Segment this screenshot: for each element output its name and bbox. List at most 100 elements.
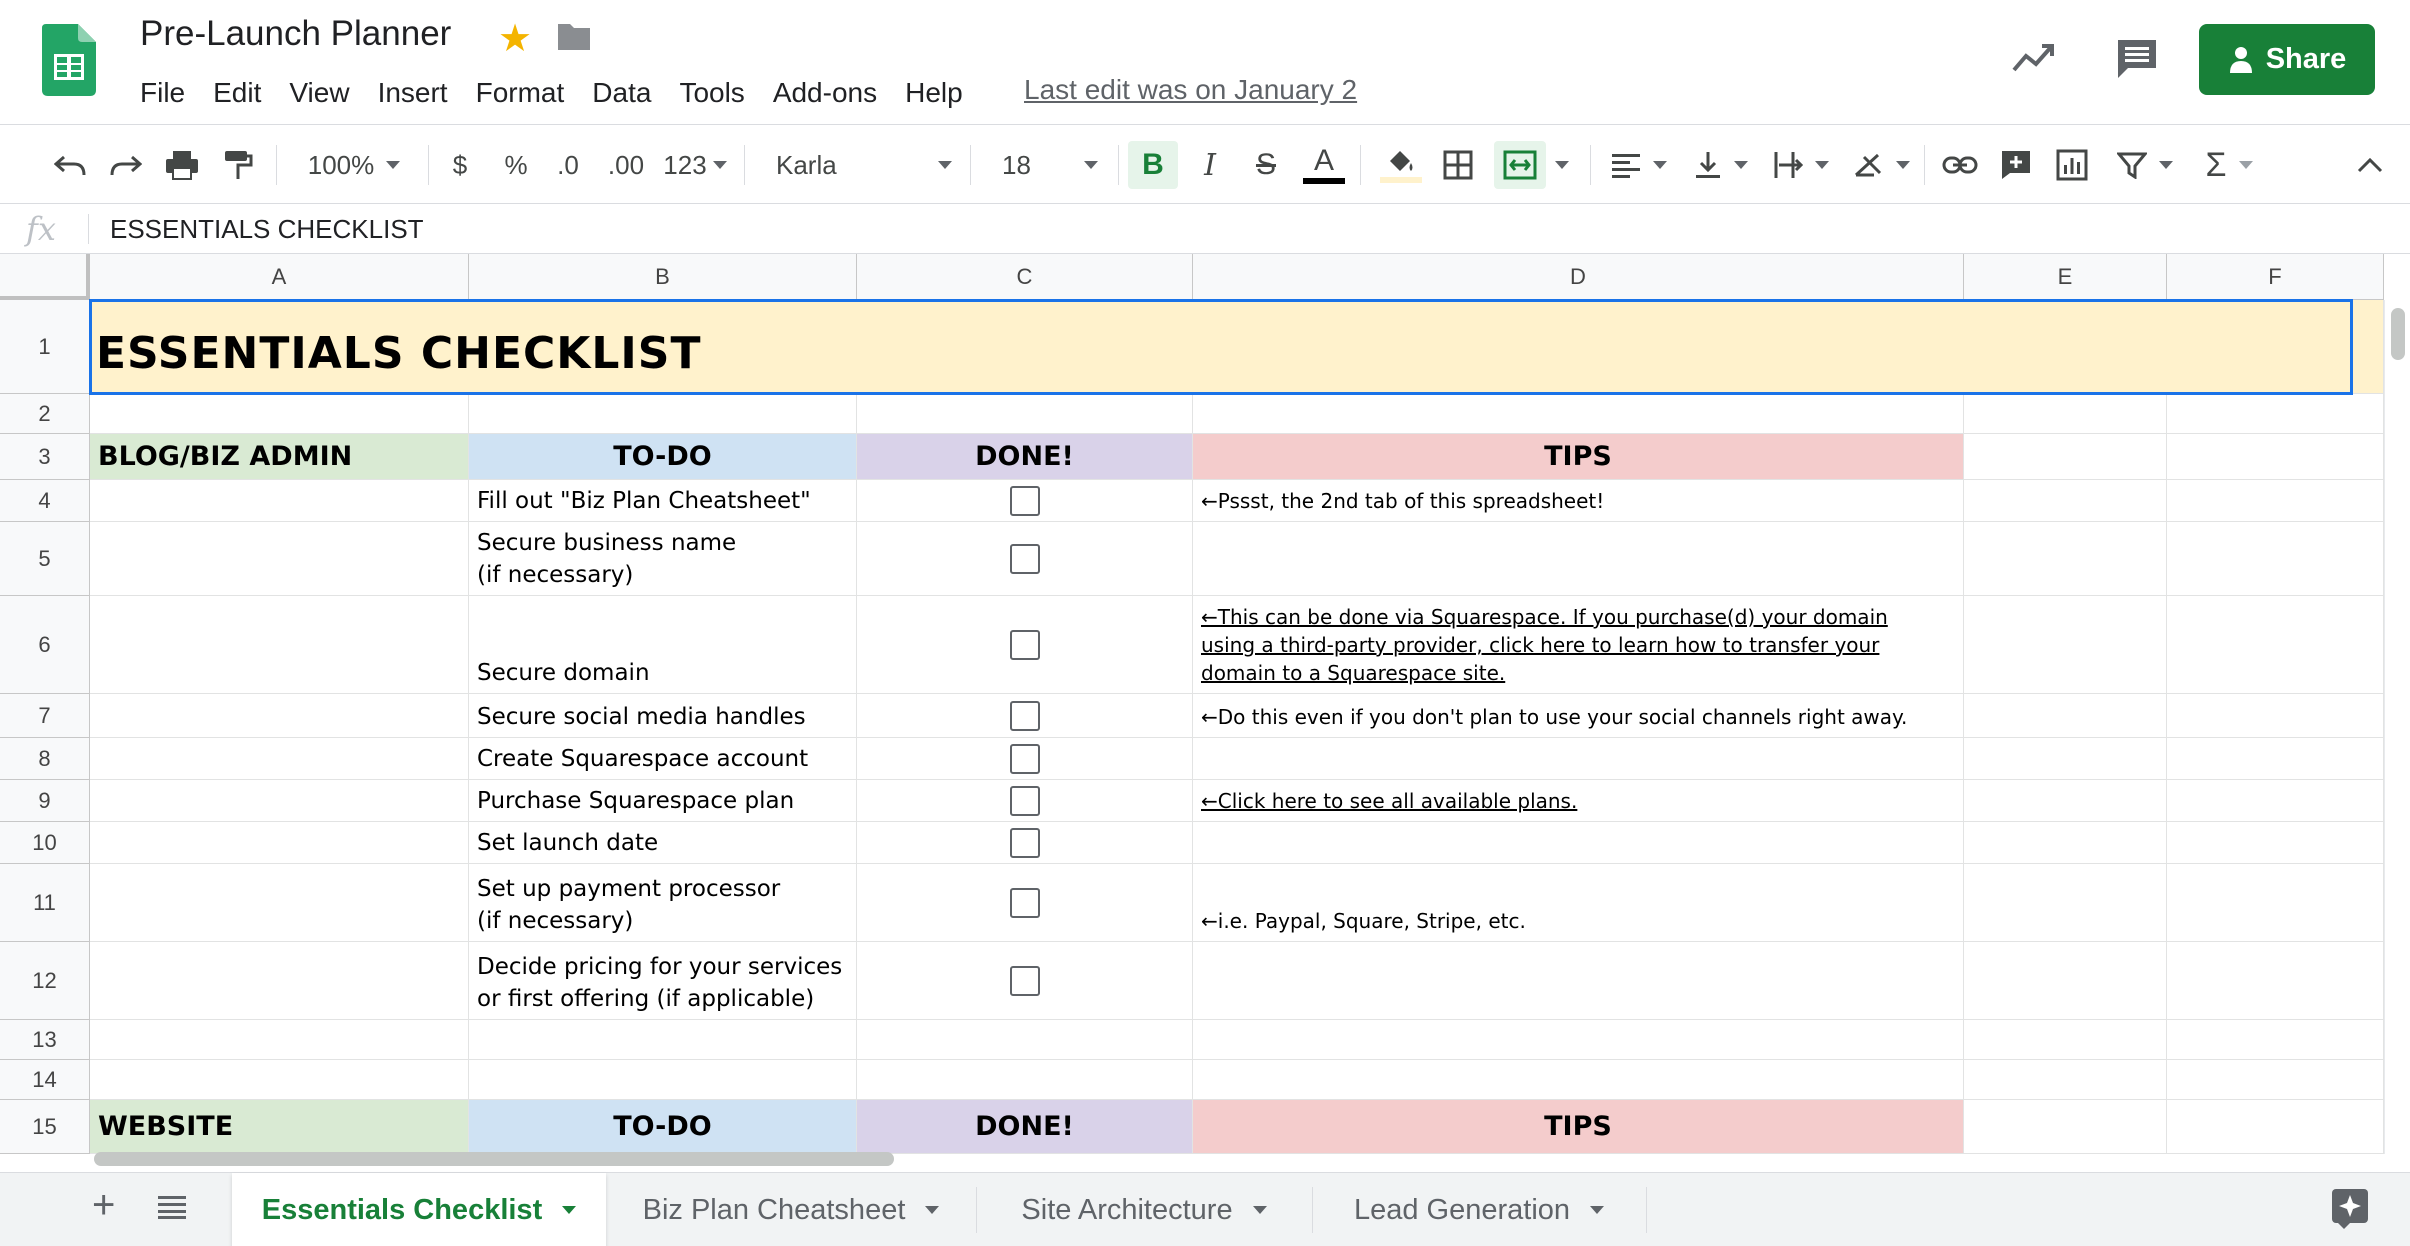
- column-header-b[interactable]: B: [469, 254, 857, 300]
- done-checkbox[interactable]: [1010, 966, 1040, 996]
- text-color-button[interactable]: A: [1300, 141, 1348, 189]
- todo-cell[interactable]: Purchase Squarespace plan: [469, 780, 857, 822]
- cell-b2[interactable]: [469, 394, 857, 434]
- cell-c14[interactable]: [857, 1060, 1193, 1100]
- document-title[interactable]: Pre-Launch Planner: [140, 14, 451, 54]
- row-header-7[interactable]: 7: [0, 694, 90, 738]
- done-cell[interactable]: [857, 596, 1193, 694]
- cell-a7[interactable]: [90, 694, 469, 738]
- cell-f8[interactable]: [2167, 738, 2384, 780]
- cell-e8[interactable]: [1964, 738, 2167, 780]
- cell-d14[interactable]: [1193, 1060, 1964, 1100]
- row-header-15[interactable]: 15: [0, 1100, 90, 1154]
- row-header-3[interactable]: 3: [0, 434, 90, 480]
- cell-b14[interactable]: [469, 1060, 857, 1100]
- cell-f3[interactable]: [2167, 434, 2384, 480]
- cell-d8[interactable]: [1193, 738, 1964, 780]
- done-checkbox[interactable]: [1010, 828, 1040, 858]
- row-header-13[interactable]: 13: [0, 1020, 90, 1060]
- cell-e6[interactable]: [1964, 596, 2167, 694]
- todo-cell[interactable]: Set up payment processor (if necessary): [469, 864, 857, 942]
- todo-cell[interactable]: Fill out "Biz Plan Cheatsheet": [469, 480, 857, 522]
- row-header-9[interactable]: 9: [0, 780, 90, 822]
- tip-cell[interactable]: ←This can be done via Squarespace. If yo…: [1193, 596, 1964, 694]
- todo-header-cell[interactable]: TO-DO: [469, 434, 857, 480]
- done-checkbox[interactable]: [1010, 744, 1040, 774]
- menu-view[interactable]: View: [275, 77, 363, 109]
- strikethrough-button[interactable]: S: [1244, 141, 1288, 189]
- cell-d10[interactable]: [1193, 822, 1964, 864]
- done-cell[interactable]: [857, 780, 1193, 822]
- merge-icon[interactable]: [1494, 141, 1546, 189]
- select-all-corner[interactable]: [0, 254, 90, 300]
- tip-cell[interactable]: ←Pssst, the 2nd tab of this spreadsheet!: [1193, 480, 1964, 522]
- cell-f2[interactable]: [2167, 394, 2384, 434]
- all-sheets-icon[interactable]: [158, 1195, 186, 1219]
- menu-edit[interactable]: Edit: [199, 77, 275, 109]
- wrap-icon[interactable]: [1766, 141, 1836, 189]
- done-header-cell[interactable]: DONE!: [857, 1100, 1193, 1154]
- cell-d5[interactable]: [1193, 522, 1964, 596]
- redo-icon[interactable]: [104, 141, 148, 189]
- cell-f6[interactable]: [2167, 596, 2384, 694]
- cell-f9[interactable]: [2167, 780, 2384, 822]
- cell-f13[interactable]: [2167, 1020, 2384, 1060]
- font-size-select[interactable]: 18: [986, 141, 1106, 189]
- cell-f11[interactable]: [2167, 864, 2384, 942]
- cell-e7[interactable]: [1964, 694, 2167, 738]
- done-cell[interactable]: [857, 864, 1193, 942]
- cell-e4[interactable]: [1964, 480, 2167, 522]
- todo-cell[interactable]: Secure domain: [469, 596, 857, 694]
- menu-file[interactable]: File: [126, 77, 199, 109]
- row-header-6[interactable]: 6: [0, 596, 90, 694]
- row-header-12[interactable]: 12: [0, 942, 90, 1020]
- last-edit-link[interactable]: Last edit was on January 2: [1024, 74, 1357, 106]
- align-icon[interactable]: [1604, 141, 1674, 189]
- cell-a6[interactable]: [90, 596, 469, 694]
- tip-cell[interactable]: ←Do this even if you don't plan to use y…: [1193, 694, 1964, 738]
- decrease-decimal-button[interactable]: .0: [548, 141, 588, 189]
- cell-d2[interactable]: [1193, 394, 1964, 434]
- rotate-icon[interactable]: [1846, 141, 1916, 189]
- font-family-select[interactable]: Karla: [760, 141, 960, 189]
- done-checkbox[interactable]: [1010, 786, 1040, 816]
- sheet-tab-lead-generation[interactable]: Lead Generation: [1312, 1173, 1646, 1246]
- column-header-c[interactable]: C: [857, 254, 1193, 300]
- done-cell[interactable]: [857, 522, 1193, 596]
- cell-e10[interactable]: [1964, 822, 2167, 864]
- folder-icon[interactable]: [556, 22, 592, 52]
- section-title-cell[interactable]: WEBSITE: [90, 1100, 469, 1154]
- tip-cell[interactable]: ←Click here to see all available plans.: [1193, 780, 1964, 822]
- sheet-tab-site-architecture[interactable]: Site Architecture: [976, 1173, 1312, 1246]
- link-icon[interactable]: [1938, 141, 1982, 189]
- star-icon[interactable]: ★: [498, 16, 532, 61]
- cell-e15[interactable]: [1964, 1100, 2167, 1154]
- cell-e12[interactable]: [1964, 942, 2167, 1020]
- row-header-2[interactable]: 2: [0, 394, 90, 434]
- row-header-8[interactable]: 8: [0, 738, 90, 780]
- cell-a11[interactable]: [90, 864, 469, 942]
- cell-f12[interactable]: [2167, 942, 2384, 1020]
- insert-chart-icon[interactable]: [2050, 141, 2094, 189]
- todo-cell[interactable]: Decide pricing for your services or firs…: [469, 942, 857, 1020]
- row-header-11[interactable]: 11: [0, 864, 90, 942]
- cell-a4[interactable]: [90, 480, 469, 522]
- done-cell[interactable]: [857, 738, 1193, 780]
- row-header-4[interactable]: 4: [0, 480, 90, 522]
- cell-b13[interactable]: [469, 1020, 857, 1060]
- cell-a8[interactable]: [90, 738, 469, 780]
- row-header-14[interactable]: 14: [0, 1060, 90, 1100]
- cell-e13[interactable]: [1964, 1020, 2167, 1060]
- cell-e11[interactable]: [1964, 864, 2167, 942]
- trending-icon[interactable]: [2010, 38, 2058, 78]
- todo-cell[interactable]: Secure business name (if necessary): [469, 522, 857, 596]
- cell-f14[interactable]: [2167, 1060, 2384, 1100]
- menu-addons[interactable]: Add-ons: [759, 77, 891, 109]
- share-button[interactable]: Share: [2199, 24, 2375, 95]
- valign-icon[interactable]: [1686, 141, 1756, 189]
- sheets-logo-icon[interactable]: [42, 24, 96, 96]
- filter-icon[interactable]: [2110, 141, 2180, 189]
- done-checkbox[interactable]: [1010, 486, 1040, 516]
- horizontal-scroll-thumb[interactable]: [94, 1152, 894, 1166]
- done-cell[interactable]: [857, 694, 1193, 738]
